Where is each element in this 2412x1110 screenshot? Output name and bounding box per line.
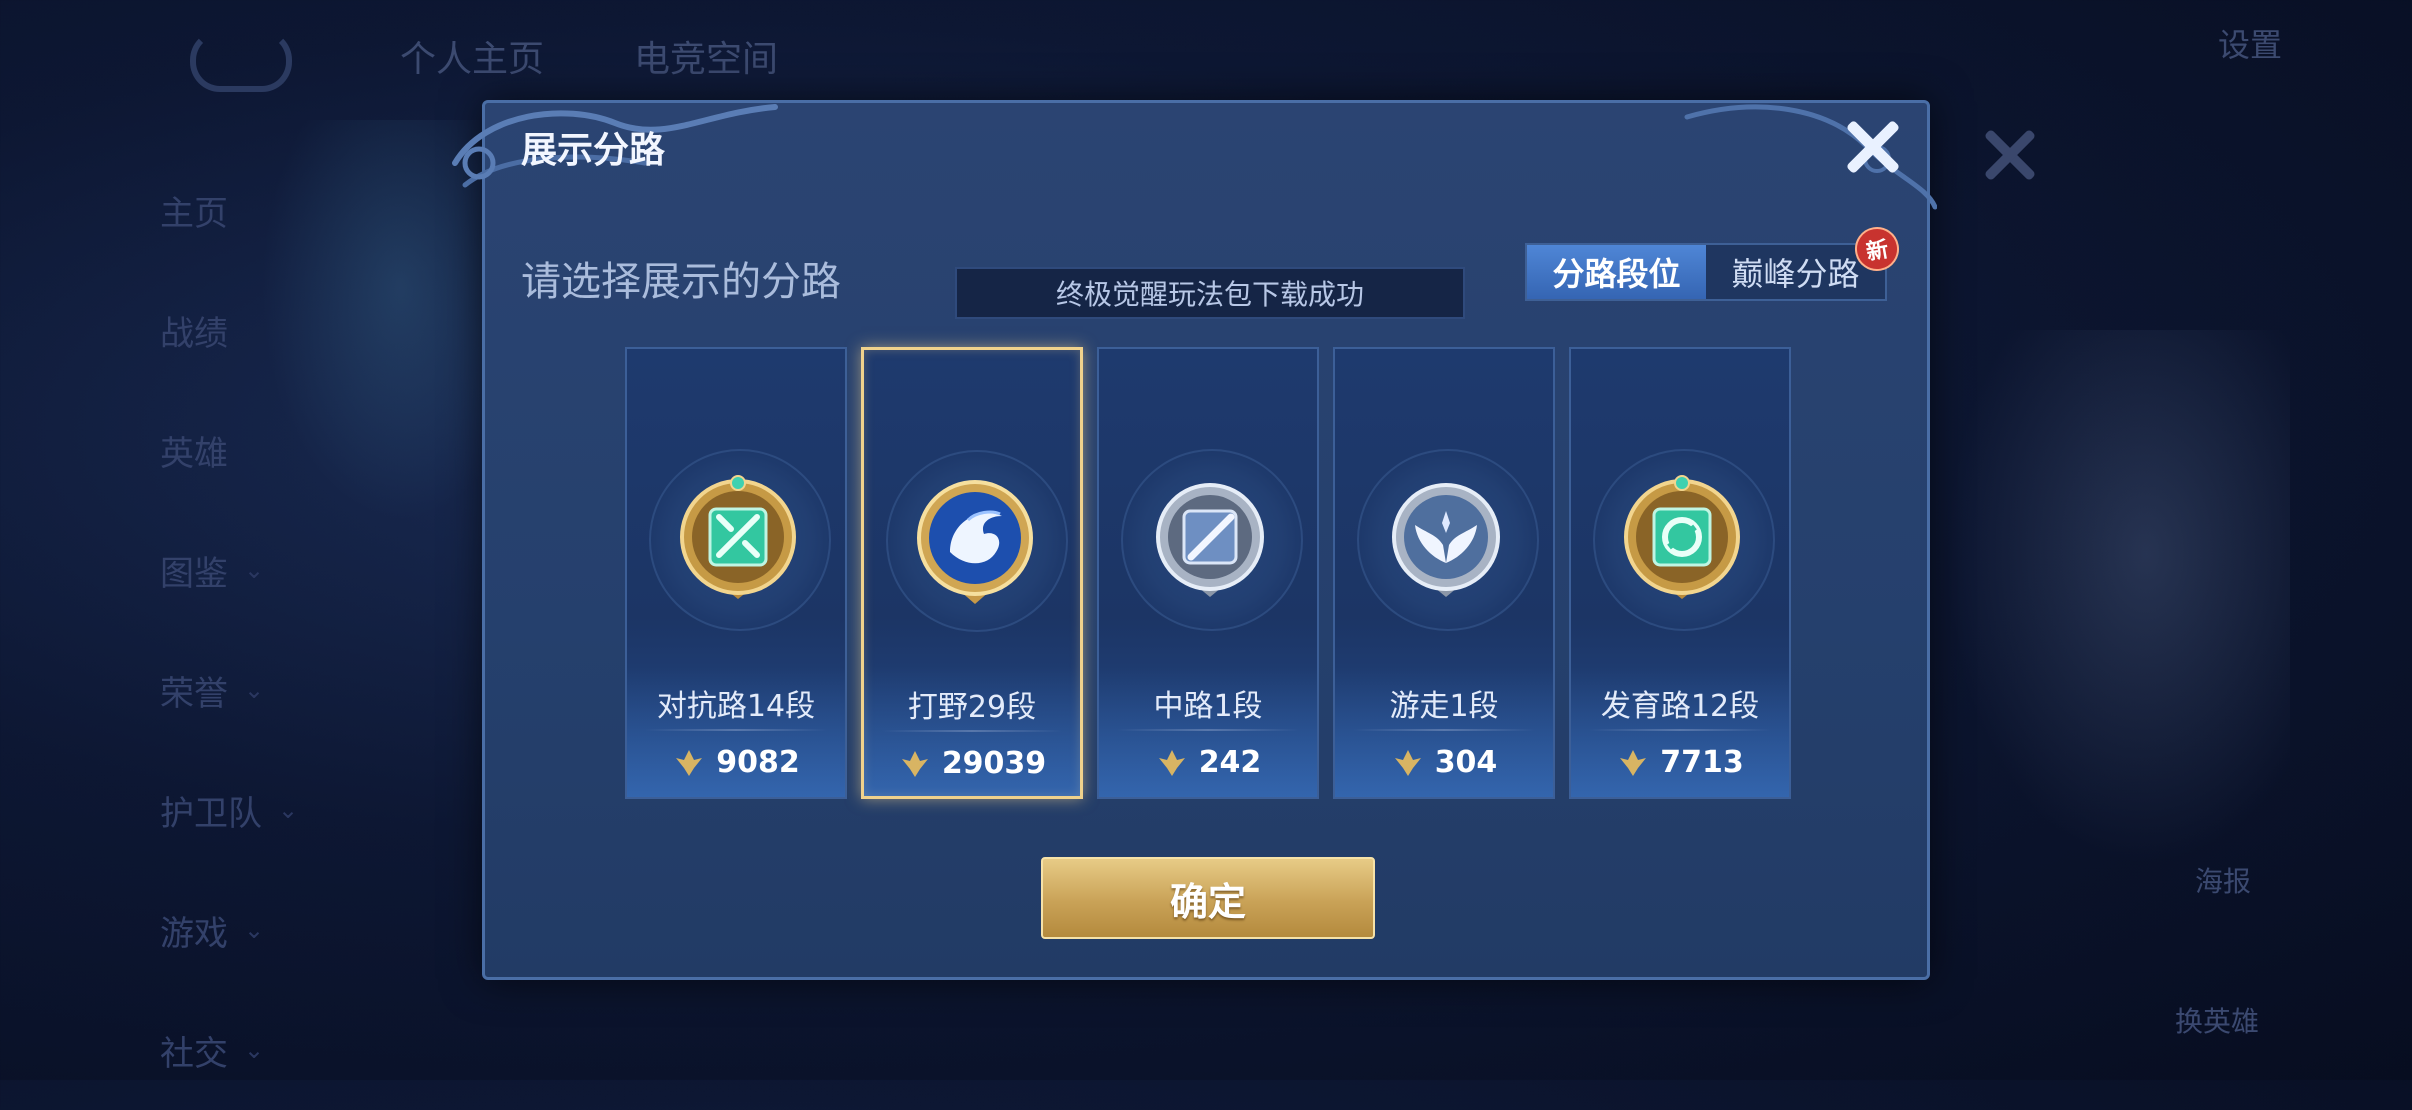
lane-card-mid[interactable]: 中路1段 242 bbox=[1097, 347, 1319, 799]
farm-lane-emblem-icon bbox=[1624, 475, 1740, 599]
dialog-title: 展示分路 bbox=[521, 130, 666, 171]
mode-segmented-control: 分路段位 巅峰分路 新 bbox=[1525, 223, 1903, 301]
download-toast: 终极觉醒玩法包下载成功 bbox=[955, 267, 1465, 319]
sidebar-item-heroes: 英雄 bbox=[160, 433, 228, 474]
lane-rank-label: 打野29段 bbox=[907, 690, 1037, 725]
lane-display-dialog: 展示分路 请选择展示的分路 终极觉醒玩法包下载成功 分路段位 巅峰分路 新 对抗… bbox=[452, 100, 1937, 980]
lane-rank-label: 发育路12段 bbox=[1600, 689, 1760, 724]
chevron-down-icon: ⌄ bbox=[244, 1036, 265, 1064]
mid-lane-emblem-icon bbox=[1156, 483, 1264, 597]
lane-rank-label: 对抗路14段 bbox=[656, 689, 816, 724]
sidebar-item-games: 游戏 ⌄ bbox=[160, 913, 265, 954]
roam-wings-emblem-icon bbox=[1392, 483, 1500, 597]
tab-profile: 个人主页 bbox=[400, 39, 545, 80]
back-arrow-icon bbox=[190, 30, 292, 92]
lane-card-jungle[interactable]: 打野29段 29039 bbox=[861, 347, 1083, 799]
dialog-subtitle: 请选择展示的分路 bbox=[521, 259, 841, 305]
rank-points-icon bbox=[1620, 749, 1647, 776]
confirm-button[interactable]: 确定 bbox=[1041, 857, 1375, 939]
chevron-down-icon: ⌄ bbox=[244, 916, 265, 944]
sidebar-item-guard-team: 护卫队 ⌄ bbox=[160, 793, 299, 834]
chevron-down-icon: ⌄ bbox=[244, 556, 265, 584]
sidebar-item-honor: 荣誉 ⌄ bbox=[160, 673, 265, 714]
sidebar-item-records: 战绩 bbox=[160, 313, 228, 354]
sidebar-item-social: 社交 ⌄ bbox=[160, 1033, 265, 1074]
lane-score: 9082 bbox=[627, 745, 845, 780]
lane-rank-label: 游走1段 bbox=[1389, 689, 1499, 724]
close-button[interactable] bbox=[1843, 117, 1903, 177]
lane-score: 7713 bbox=[1571, 745, 1789, 780]
jungle-dragon-emblem-icon bbox=[917, 480, 1033, 604]
sidebar-item-codex: 图鉴 ⌄ bbox=[160, 553, 265, 594]
background-close-icon bbox=[1980, 125, 2040, 185]
background-sidebar: 主页 战绩 英雄 图鉴 ⌄ 荣誉 ⌄ 护卫队 ⌄ 游戏 ⌄ 社交 ⌄ bbox=[160, 150, 360, 1110]
clash-lane-emblem-icon bbox=[680, 475, 796, 599]
sidebar-item-home: 主页 bbox=[160, 193, 228, 234]
settings-label: 设置 bbox=[2217, 26, 2282, 64]
rank-points-icon bbox=[1158, 749, 1185, 776]
lane-card-clash[interactable]: 对抗路14段 9082 bbox=[625, 347, 847, 799]
lane-rank-label: 中路1段 bbox=[1153, 689, 1263, 724]
tab-lane-rank[interactable]: 分路段位 bbox=[1527, 245, 1706, 299]
rank-points-icon bbox=[676, 749, 703, 776]
tab-peak-lane[interactable]: 巅峰分路 新 bbox=[1706, 223, 1903, 299]
chevron-down-icon: ⌄ bbox=[244, 676, 265, 704]
lane-score: 304 bbox=[1335, 745, 1553, 780]
lane-score: 242 bbox=[1099, 745, 1317, 780]
rank-points-icon bbox=[901, 750, 928, 777]
swap-hero-label: 换英雄 bbox=[2175, 1005, 2260, 1038]
lane-card-list: 对抗路14段 9082 打野29段 29039 中路1段 242 游走1段 30… bbox=[625, 347, 1791, 799]
lane-score: 29039 bbox=[864, 746, 1080, 781]
lane-card-farm[interactable]: 发育路12段 7713 bbox=[1569, 347, 1791, 799]
rank-points-icon bbox=[1394, 749, 1421, 776]
poster-label: 海报 bbox=[2195, 865, 2252, 898]
background-tabs: 个人主页 电竞空间 bbox=[400, 30, 778, 82]
background-hero-art-right bbox=[1930, 330, 2290, 890]
lane-card-roam[interactable]: 游走1段 304 bbox=[1333, 347, 1555, 799]
tab-esports: 电竞空间 bbox=[634, 39, 779, 80]
chevron-down-icon: ⌄ bbox=[278, 796, 299, 824]
